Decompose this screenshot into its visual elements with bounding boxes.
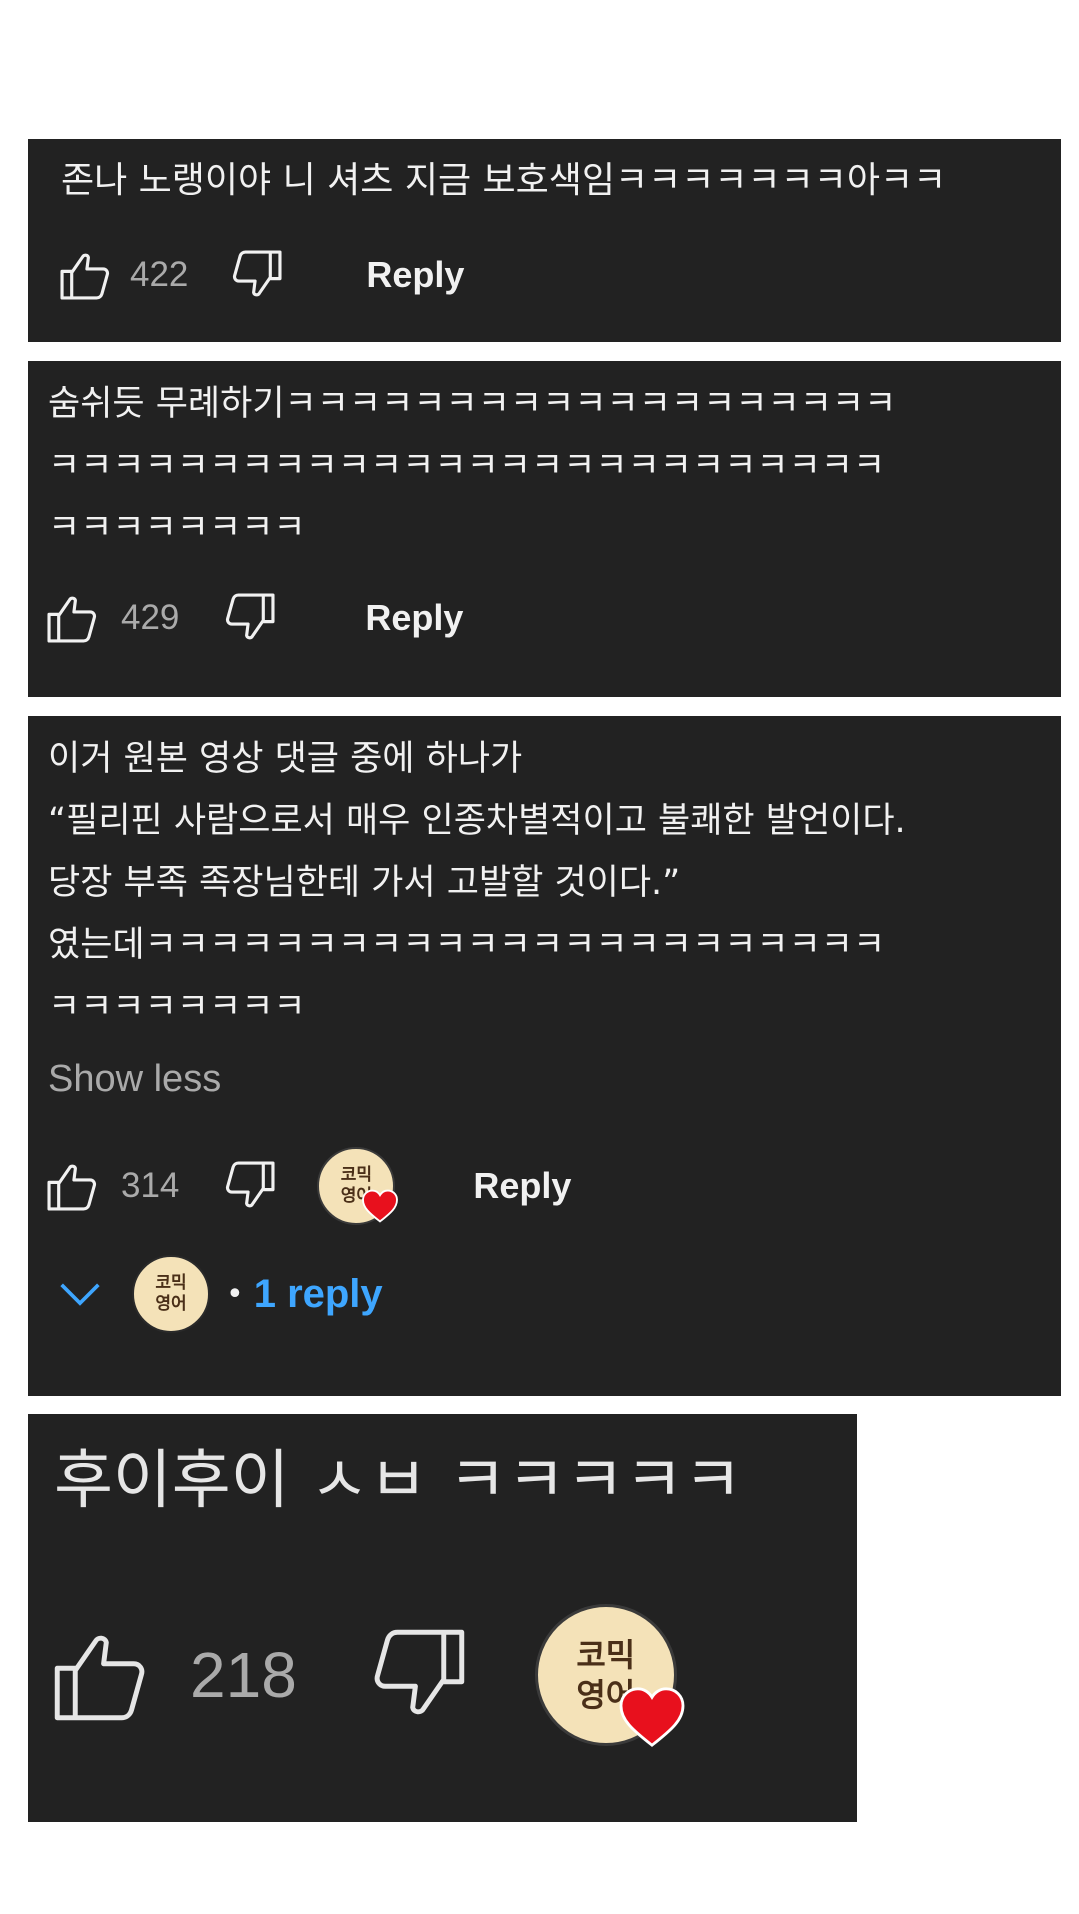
like-count: 218 [190,1639,297,1711]
creator-heart-avatar: 코믹 영어 [317,1147,399,1225]
thumbs-up-icon[interactable] [43,589,101,647]
comment-text: 후이후이 ㅅㅂ ㅋㅋㅋㅋㅋ [54,1444,743,1518]
show-less-link[interactable]: Show less [48,1058,221,1101]
avatar-label: 코믹 [155,1273,187,1293]
avatar-label: 영어 [155,1294,187,1314]
like-count: 422 [130,255,189,294]
creator-heart-avatar: 코믹 영어 [534,1604,685,1747]
reply-button[interactable]: Reply [366,254,464,296]
view-replies-toggle[interactable]: 코믹 영어 • 1 reply [58,1254,383,1334]
like-count: 314 [121,1166,180,1205]
thumbs-down-icon[interactable] [221,589,279,647]
thumbs-up-icon[interactable] [43,1157,101,1215]
comment-card-4: 후이후이 ㅅㅂ ㅋㅋㅋㅋㅋ 218 코믹 영어 [28,1414,857,1822]
comment-card-1: 존나 노랭이야 니 셔츠 지금 보호색임ㅋㅋㅋㅋㅋㅋㅋ아ㅋㅋ 422 Reply [28,139,1061,342]
reply-button[interactable]: Reply [473,1165,571,1207]
comment-text: 숨쉬듯 무례하기ㅋㅋㅋㅋㅋㅋㅋㅋㅋㅋㅋㅋㅋㅋㅋㅋㅋㅋㅋ ㅋㅋㅋㅋㅋㅋㅋㅋㅋㅋㅋㅋ… [48,384,897,548]
avatar-label: 코믹 [576,1636,636,1674]
comment-actions: 218 코믹 영어 [46,1600,685,1750]
like-count: 429 [121,598,180,637]
heart-icon [361,1189,399,1227]
heart-icon [618,1686,686,1753]
comment-card-2: 숨쉬듯 무례하기ㅋㅋㅋㅋㅋㅋㅋㅋㅋㅋㅋㅋㅋㅋㅋㅋㅋㅋㅋ ㅋㅋㅋㅋㅋㅋㅋㅋㅋㅋㅋㅋ… [28,361,1061,697]
comment-actions: 429 Reply [43,586,463,650]
creator-avatar: 코믹 영어 [132,1255,210,1333]
thumbs-down-icon[interactable] [221,1157,279,1215]
thumbs-up-icon[interactable] [46,1621,154,1729]
thumbs-down-icon[interactable] [365,1621,473,1729]
chevron-down-icon[interactable] [58,1279,102,1309]
comment-text: 이거 원본 영상 댓글 중에 하나가 “필리핀 사람으로서 매우 인종차별적이고… [48,739,906,1027]
replies-count-link[interactable]: 1 reply [254,1272,383,1317]
comment-actions: 314 코믹 영어 Reply [43,1144,571,1228]
thumbs-up-icon[interactable] [56,246,114,304]
comment-card-3: 이거 원본 영상 댓글 중에 하나가 “필리핀 사람으로서 매우 인종차별적이고… [28,716,1061,1396]
comment-text: 존나 노랭이야 니 셔츠 지금 보호색임ㅋㅋㅋㅋㅋㅋㅋ아ㅋㅋ [61,160,947,201]
reply-button[interactable]: Reply [365,597,463,639]
comment-actions: 422 Reply [56,243,464,307]
avatar-label: 코믹 [340,1165,373,1185]
separator-dot: • [226,1276,244,1312]
thumbs-down-icon[interactable] [228,246,286,304]
